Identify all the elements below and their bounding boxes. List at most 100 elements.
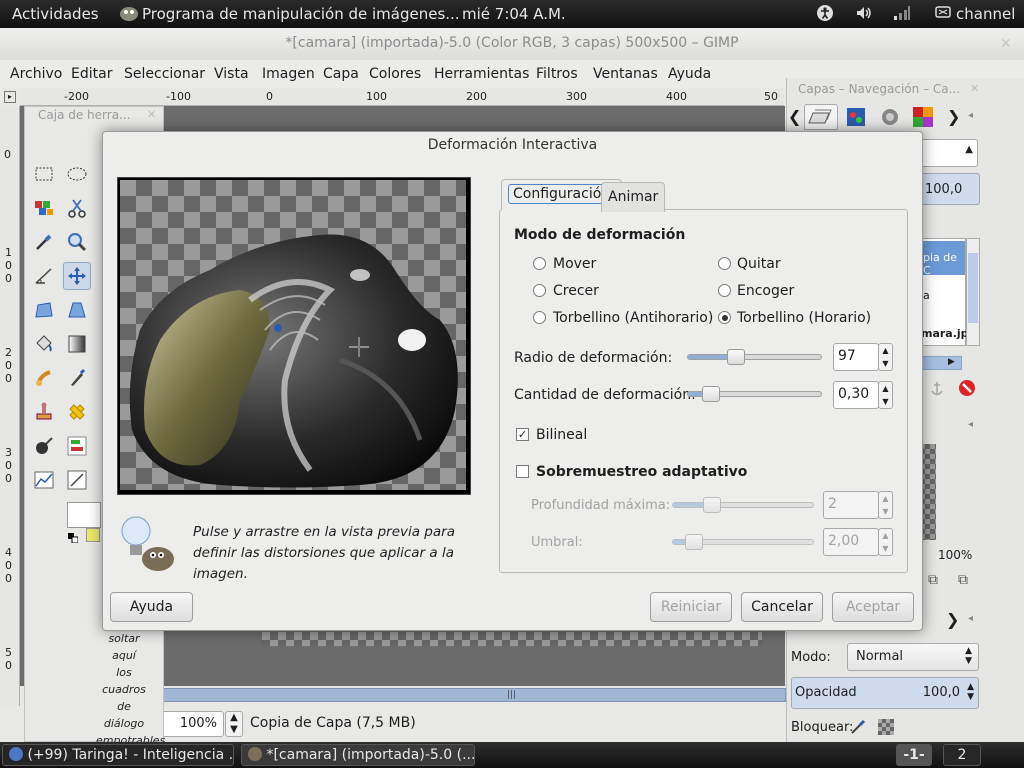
layer-list-scrollbar[interactable] [966,238,980,346]
ink-tool-icon[interactable] [63,364,91,392]
task-gimp[interactable]: *[camara] (importada)-5.0 (... [241,744,475,766]
foreground-color-swatch[interactable] [67,502,101,528]
bilinear-label[interactable]: Bilineal [536,427,587,443]
menu-filtros[interactable]: Filtros [536,66,578,82]
layer-row[interactable]: a [923,289,930,302]
tab-animar[interactable]: Animar [601,182,666,212]
curves-tool-icon[interactable] [30,466,58,494]
mode-mover-label[interactable]: Mover [553,256,596,272]
tab-scroll-right-icon-2[interactable]: ❯ [946,610,959,629]
scissors-tool-icon[interactable] [63,194,91,222]
threshold-slider[interactable] [672,534,814,550]
mode-radio[interactable] [718,257,731,270]
opacity-field[interactable]: Opacidad 100,0 ▲ ▼ [791,677,979,709]
amount-input[interactable]: 0,30 [833,381,879,409]
mode-torbellino-horario-label[interactable]: Torbellino (Horario) [737,310,871,326]
navigation-tab-icon[interactable] [879,106,901,132]
mode-crecer-label[interactable]: Crecer [553,283,599,299]
lock-alpha-icon[interactable] [878,719,894,735]
menu-editar[interactable]: Editar [71,66,112,82]
menu-seleccionar[interactable]: Seleccionar [124,66,205,82]
zoom-spinner[interactable]: ▲ ▼ [225,711,243,737]
menu-ventanas[interactable]: Ventanas [593,66,658,82]
channels-tab-icon[interactable] [845,106,867,132]
warp-preview[interactable] [117,177,471,495]
threshold-spinner[interactable]: ▲ ▼ [878,528,893,556]
menu-ayuda[interactable]: Ayuda [668,66,711,82]
radius-slider-knob[interactable] [727,349,745,365]
menu-vista[interactable]: Vista [214,66,249,82]
amount-spinner[interactable]: ▲ ▼ [878,381,893,409]
layer-row-selected[interactable]: pia de C [921,241,965,275]
mode-torbellino-antihorario-label[interactable]: Torbellino (Antihorario) [553,310,713,326]
tab-scroll-left-icon[interactable]: ❮ [788,107,801,126]
menu-archivo[interactable]: Archivo [10,66,62,82]
dock-close-icon[interactable]: ✕ [970,82,979,95]
threshold-input[interactable]: 2,00 [823,528,879,556]
ellipse-select-tool-icon[interactable] [63,160,91,188]
zoom-tool-icon[interactable] [63,228,91,256]
max-depth-slider[interactable] [672,497,814,513]
amount-slider-knob[interactable] [702,386,720,402]
align-tool-icon[interactable] [63,432,91,460]
menu-herramientas[interactable]: Herramientas [434,66,529,82]
mode-radio[interactable] [533,257,546,270]
horizontal-ruler[interactable]: -200 -100 0 100 200 300 400 50 [20,89,784,106]
radius-spinner[interactable]: ▲ ▼ [878,343,893,371]
quick-mask-toggle-icon[interactable]: ▸ [4,91,16,103]
heal-tool-icon[interactable] [63,398,91,426]
dock-menu-icon[interactable]: ◂ [968,110,973,121]
mode-quitar-label[interactable]: Quitar [737,256,781,272]
supersample-checkbox[interactable] [516,465,529,478]
gimp-app-icon[interactable] [118,3,140,27]
clock[interactable]: mié 7:04 A.M. [462,5,566,23]
crop-tool-icon[interactable] [63,466,91,494]
cancel-button[interactable]: Cancelar [741,592,823,622]
zoom-input[interactable]: 100% [160,711,224,737]
dock-menu-icon-3[interactable]: ◂ [968,613,973,624]
smudge-tool-icon[interactable] [30,364,58,392]
accessibility-icon[interactable] [816,4,834,26]
amount-slider[interactable] [687,386,822,402]
dock-menu-icon-2[interactable]: ◂ [968,419,973,430]
clone-tool-icon[interactable] [30,398,58,426]
app-menu-title[interactable]: Programa de manipulación de imágenes... [142,5,460,23]
lock-pixels-icon[interactable] [850,719,866,739]
close-window-icon[interactable]: ✕ [1000,36,1012,52]
layer-list[interactable]: pia de C a mara.jpg [920,238,976,346]
dodge-burn-tool-icon[interactable] [30,432,58,460]
radius-input[interactable]: 97 [833,343,879,371]
mode-radio[interactable] [533,311,546,324]
perspective-tool-icon[interactable] [63,296,91,324]
palettes-tab-icon[interactable] [912,106,934,132]
chat-icon[interactable] [935,5,951,25]
layers-tab-icon[interactable] [804,104,838,130]
measure-tool-icon[interactable] [30,262,58,290]
color-picker-tool-icon[interactable] [30,228,58,256]
mode-encoger-label[interactable]: Encoger [737,283,794,299]
bucket-fill-tool-icon[interactable] [30,330,58,358]
ok-button[interactable]: Aceptar [832,592,914,622]
help-button[interactable]: Ayuda [110,592,193,622]
mode-radio[interactable] [718,311,731,324]
move-tool-icon[interactable] [63,262,91,290]
menu-imagen[interactable]: Imagen [262,66,315,82]
task-browser[interactable]: (+99) Taringa! - Inteligencia ... [2,744,234,766]
layer-scroll-right-icon[interactable]: ▶ [948,357,955,367]
bilinear-checkbox[interactable]: ✓ [516,428,529,441]
menu-colores[interactable]: Colores [369,66,421,82]
mode-select[interactable]: Normal ▲ ▼ [847,643,979,671]
workspace-1[interactable]: -1- [896,744,932,766]
radius-slider[interactable] [687,349,822,365]
dock-mode-select[interactable]: ▲ [920,139,978,167]
mode-radio[interactable] [533,284,546,297]
vertical-ruler[interactable]: 0 1 0 0 2 0 0 3 0 0 4 0 0 5 0 [0,106,20,706]
mode-radio[interactable] [718,284,731,297]
supersample-label[interactable]: Sobremuestreo adaptativo [536,464,747,480]
transform-tool-icon[interactable] [30,296,58,324]
network-signal-icon[interactable] [893,5,911,25]
dock-opacity-top[interactable]: 100,0 [920,173,980,205]
default-colors-icon[interactable] [68,531,79,544]
toolbox-close-icon[interactable]: ✕ [147,108,156,121]
anchor-icon[interactable] [928,380,946,402]
